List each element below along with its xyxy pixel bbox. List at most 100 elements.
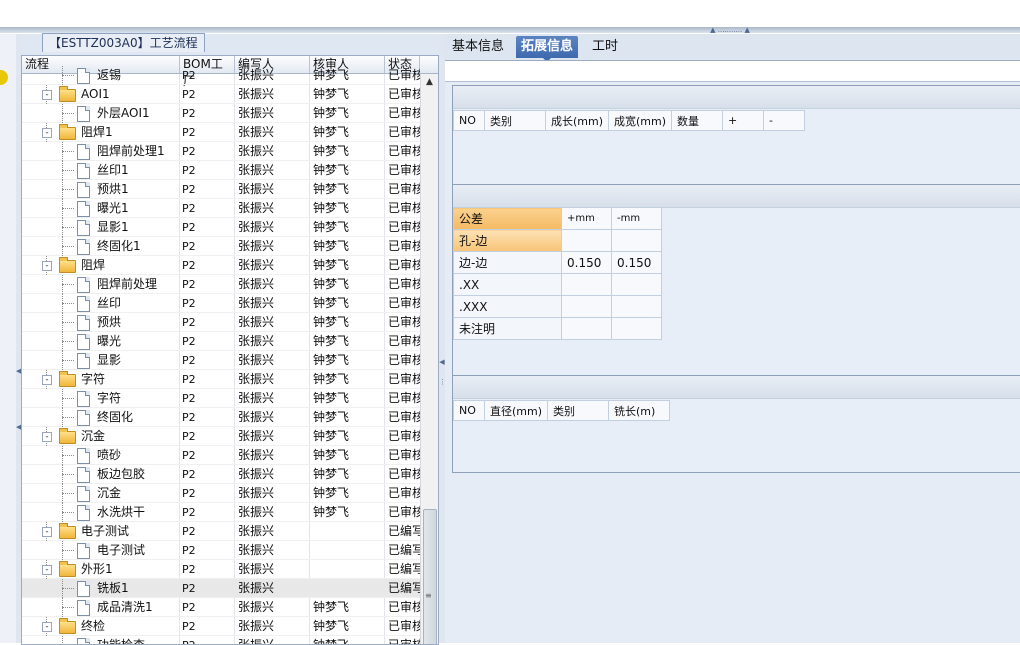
tolerance-minus-cell[interactable] — [611, 273, 662, 296]
writer-cell: 张振兴 — [238, 277, 275, 291]
reviewer-cell: 钟梦飞 — [313, 239, 350, 253]
milling-header-length[interactable]: 铣长(m) — [608, 400, 671, 421]
size-header-no[interactable]: NO — [453, 110, 485, 131]
collapse-toggle-icon[interactable]: - — [42, 90, 52, 100]
reviewer-cell: 钟梦飞 — [313, 372, 350, 386]
tree-step-row[interactable]: 字符 P2 张振兴 钟梦飞 已审核 — [22, 389, 420, 408]
tolerance-minus-cell[interactable] — [611, 317, 662, 340]
tolerance-plus-cell[interactable]: 0.150 — [561, 251, 612, 274]
reviewer-cell: 钟梦飞 — [313, 68, 350, 82]
tree-connector — [62, 588, 74, 589]
status-cell: 已审核 — [388, 239, 420, 253]
tree-step-row[interactable]: 外层AOI1 P2 张振兴 钟梦飞 已审核 — [22, 104, 420, 123]
tree-connector — [62, 636, 63, 644]
tree-step-row[interactable]: 预烘1 P2 张振兴 钟梦飞 已审核 — [22, 180, 420, 199]
tolerance-plus-cell[interactable] — [561, 295, 612, 318]
top-splitter-grip[interactable]: ▲ ........... ▲ — [695, 27, 765, 34]
tree-group-row[interactable]: - 阻焊1 P2 张振兴 钟梦飞 已审核 — [22, 123, 420, 142]
tree-step-row[interactable]: 阻焊前处理 P2 张振兴 钟梦飞 已审核 — [22, 275, 420, 294]
tree-group-row[interactable]: - 外形1 P2 张振兴 已编写 — [22, 560, 420, 579]
tolerance-minus-cell[interactable]: 0.150 — [611, 251, 662, 274]
writer-cell: 张振兴 — [238, 562, 275, 576]
bom-cell: P2 — [182, 107, 196, 120]
tab-extended-info[interactable]: 拓展信息 — [516, 36, 579, 62]
tree-group-row[interactable]: - 沉金 P2 张振兴 钟梦飞 已审核 — [22, 427, 420, 446]
status-cell: 已审核 — [388, 182, 420, 196]
size-header-width[interactable]: 成宽(mm) — [608, 110, 673, 131]
size-header-category[interactable]: 类别 — [484, 110, 546, 131]
tree-step-row[interactable]: 返锡 P2 张振兴 钟梦飞 已审核 — [22, 66, 420, 85]
collapse-toggle-icon[interactable]: - — [42, 432, 52, 442]
scrollbar-thumb[interactable] — [423, 509, 437, 644]
bom-cell: P2 — [182, 202, 196, 215]
tab-basic-info[interactable]: 基本信息 — [447, 36, 509, 58]
status-cell: 已审核 — [388, 87, 420, 101]
status-cell: 已审核 — [388, 201, 420, 215]
document-icon — [77, 543, 90, 559]
tree-step-row[interactable]: 预烘 P2 张振兴 钟梦飞 已审核 — [22, 313, 420, 332]
tree-group-row[interactable]: - 字符 P2 张振兴 钟梦飞 已审核 — [22, 370, 420, 389]
reviewer-cell: 钟梦飞 — [313, 486, 350, 500]
vertical-scrollbar[interactable]: ▲ ≡ — [420, 74, 438, 644]
tolerance-plus-cell[interactable] — [561, 229, 612, 252]
scroll-up-icon[interactable]: ▲ — [421, 74, 438, 90]
document-icon — [77, 600, 90, 616]
tree-connector — [62, 493, 74, 494]
tree-step-row[interactable]: 终固化1 P2 张振兴 钟梦飞 已审核 — [22, 237, 420, 256]
tree-step-row[interactable]: 阻焊前处理1 P2 张振兴 钟梦飞 已审核 — [22, 142, 420, 161]
size-add-button[interactable]: + — [722, 110, 765, 131]
tolerance-plus-cell[interactable] — [561, 273, 612, 296]
tree-connector — [62, 284, 74, 285]
tree-step-row[interactable]: 喷砂 P2 张振兴 钟梦飞 已审核 — [22, 446, 420, 465]
writer-cell: 张振兴 — [238, 201, 275, 215]
tree-step-row[interactable]: 终固化 P2 张振兴 钟梦飞 已审核 — [22, 408, 420, 427]
bom-cell: P2 — [182, 620, 196, 633]
collapse-toggle-icon[interactable]: - — [42, 527, 52, 537]
reviewer-cell: 钟梦飞 — [313, 163, 350, 177]
tree-step-row[interactable]: 水洗烘干 P2 张振兴 钟梦飞 已审核 — [22, 503, 420, 522]
size-remove-button[interactable]: - — [763, 110, 806, 131]
tree-item-label: 曝光 — [97, 334, 122, 348]
tree-step-row[interactable]: 显影1 P2 张振兴 钟梦飞 已审核 — [22, 218, 420, 237]
collapse-toggle-icon[interactable]: - — [42, 622, 52, 632]
milling-header-category[interactable]: 类别 — [547, 400, 610, 421]
tree-group-row[interactable]: - 电子测试 P2 张振兴 已编写 — [22, 522, 420, 541]
tree-group-row[interactable]: - 终检 P2 张振兴 钟梦飞 已审核 — [22, 617, 420, 636]
window-top-area — [0, 0, 1020, 27]
tree-step-row[interactable]: 曝光 P2 张振兴 钟梦飞 已审核 — [22, 332, 420, 351]
collapse-toggle-icon[interactable]: - — [42, 128, 52, 138]
tree-step-row[interactable]: 功能检查 P2 张振兴 钟梦飞 已审核 — [22, 636, 420, 644]
tree-connector — [62, 246, 74, 247]
tree-item-label: 成品清洗1 — [97, 600, 153, 614]
tolerance-minus-cell[interactable] — [611, 229, 662, 252]
tree-step-row[interactable]: 板边包胶 P2 张振兴 钟梦飞 已审核 — [22, 465, 420, 484]
tolerance-minus-header: -mm — [611, 207, 662, 230]
size-header-length[interactable]: 成长(mm) — [544, 110, 610, 131]
tree-step-row[interactable]: 丝印1 P2 张振兴 钟梦飞 已审核 — [22, 161, 420, 180]
tab-work-hours[interactable]: 工时 — [587, 36, 623, 58]
writer-cell: 张振兴 — [238, 220, 275, 234]
tolerance-minus-cell[interactable] — [611, 295, 662, 318]
bom-cell: P2 — [182, 126, 196, 139]
tolerance-plus-cell[interactable] — [561, 317, 612, 340]
tree-step-row[interactable]: 显影 P2 张振兴 钟梦飞 已审核 — [22, 351, 420, 370]
milling-header-diameter[interactable]: 直径(mm) — [483, 400, 549, 421]
tree-group-row[interactable]: - AOI1 P2 张振兴 钟梦飞 已审核 — [22, 85, 420, 104]
size-header-qty[interactable]: 数量 — [671, 110, 724, 131]
tree-group-row[interactable]: - 阻焊 P2 张振兴 钟梦飞 已审核 — [22, 256, 420, 275]
writer-cell: 张振兴 — [238, 144, 275, 158]
tree-connector — [62, 455, 74, 456]
collapse-toggle-icon[interactable]: - — [42, 261, 52, 271]
tree-step-row[interactable]: 铣板1 P2 张振兴 已编写 — [22, 579, 420, 598]
tree-step-row[interactable]: 沉金 P2 张振兴 钟梦飞 已审核 — [22, 484, 420, 503]
tree-step-row[interactable]: 成品清洗1 P2 张振兴 钟梦飞 已审核 — [22, 598, 420, 617]
milling-header-no[interactable]: NO — [453, 400, 485, 421]
collapse-toggle-icon[interactable]: - — [42, 565, 52, 575]
tree-step-row[interactable]: 丝印 P2 张振兴 钟梦飞 已审核 — [22, 294, 420, 313]
tree-step-row[interactable]: 电子测试 P2 张振兴 已编写 — [22, 541, 420, 560]
reviewer-cell: 钟梦飞 — [313, 448, 350, 462]
tree-step-row[interactable]: 曝光1 P2 张振兴 钟梦飞 已审核 — [22, 199, 420, 218]
document-icon — [77, 296, 90, 312]
collapse-toggle-icon[interactable]: - — [42, 375, 52, 385]
info-field[interactable] — [445, 67, 1020, 82]
